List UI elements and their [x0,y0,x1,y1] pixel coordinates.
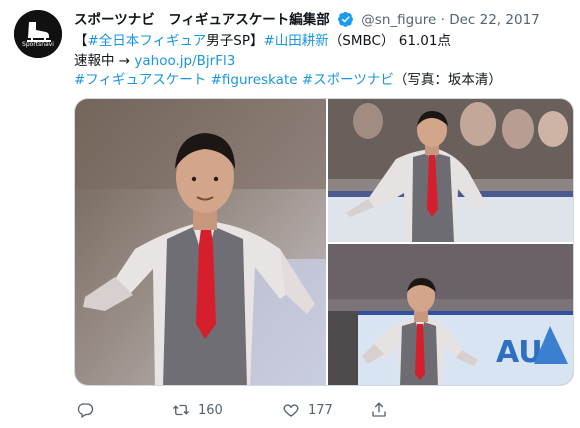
tweet-line-2: 速報中 → yahoo.jp/BjrFl3 [74,52,514,72]
live-prefix: 速報中 → [74,52,131,69]
user-handle[interactable]: @sn_figure [361,12,436,28]
retweet-icon [173,404,189,416]
display-name[interactable]: スポーツナビ フィギュアスケート編集部 [74,12,330,28]
tweet-line-1: 【#全日本フィギュア男子SP】#山田耕新（SMBC） 61.01点 [74,32,514,52]
retweet-count: 160 [198,402,223,418]
avatar[interactable]: Sportsnavi [14,10,62,58]
like-count: 177 [308,402,333,418]
separator-dot: · [440,12,445,28]
verified-badge-icon [338,11,353,27]
tweet-actions: 160 177 [74,400,572,420]
heart-icon [283,404,299,417]
hashtags[interactable]: #フィギュアスケート #figureskate #スポーツナビ [74,72,394,88]
like-button[interactable]: 177 [282,400,333,420]
reply-button[interactable] [76,400,102,420]
tweet-date[interactable]: Dec 22, 2017 [449,12,540,28]
hashtag-skater[interactable]: #山田耕新 [264,33,329,49]
share-icon [372,402,386,417]
rink-board-text: AU [496,335,543,370]
skater-photo-main-image [75,99,326,385]
bracket-open: 【 [74,33,88,49]
media-grid: AU [74,98,574,386]
skater-photo-bottom-image: AU [328,244,573,385]
photo-credit: （写真：坂本清） [393,72,502,88]
photo-skater-bottom[interactable]: AU [328,244,573,385]
tweet-card[interactable]: Sportsnavi スポーツナビ フィギュアスケート編集部 @sn_figur… [0,0,580,428]
tweet-line-3: #フィギュアスケート #figureskate #スポーツナビ（写真：坂本清） [74,71,514,91]
photo-skater-main[interactable] [75,99,326,385]
tweet-header: スポーツナビ フィギュアスケート編集部 @sn_figure · Dec 22,… [74,10,572,30]
score-text: （SMBC） 61.01点 [328,33,451,49]
retweet-button[interactable]: 160 [172,400,223,420]
photo-skater-top[interactable] [328,99,573,242]
avatar-label: Sportsnavi [22,41,54,48]
hashtag-event[interactable]: #全日本フィギュア [88,33,207,49]
tweet-text: 【#全日本フィギュア男子SP】#山田耕新（SMBC） 61.01点 速報中 → … [74,32,514,91]
event-suffix: 男子SP】 [206,33,264,49]
short-link[interactable]: yahoo.jp/BjrFl3 [134,53,235,69]
reply-icon [77,403,94,418]
skate-icon [14,10,62,58]
skater-photo-top-image [328,99,573,242]
share-button[interactable] [370,400,396,420]
